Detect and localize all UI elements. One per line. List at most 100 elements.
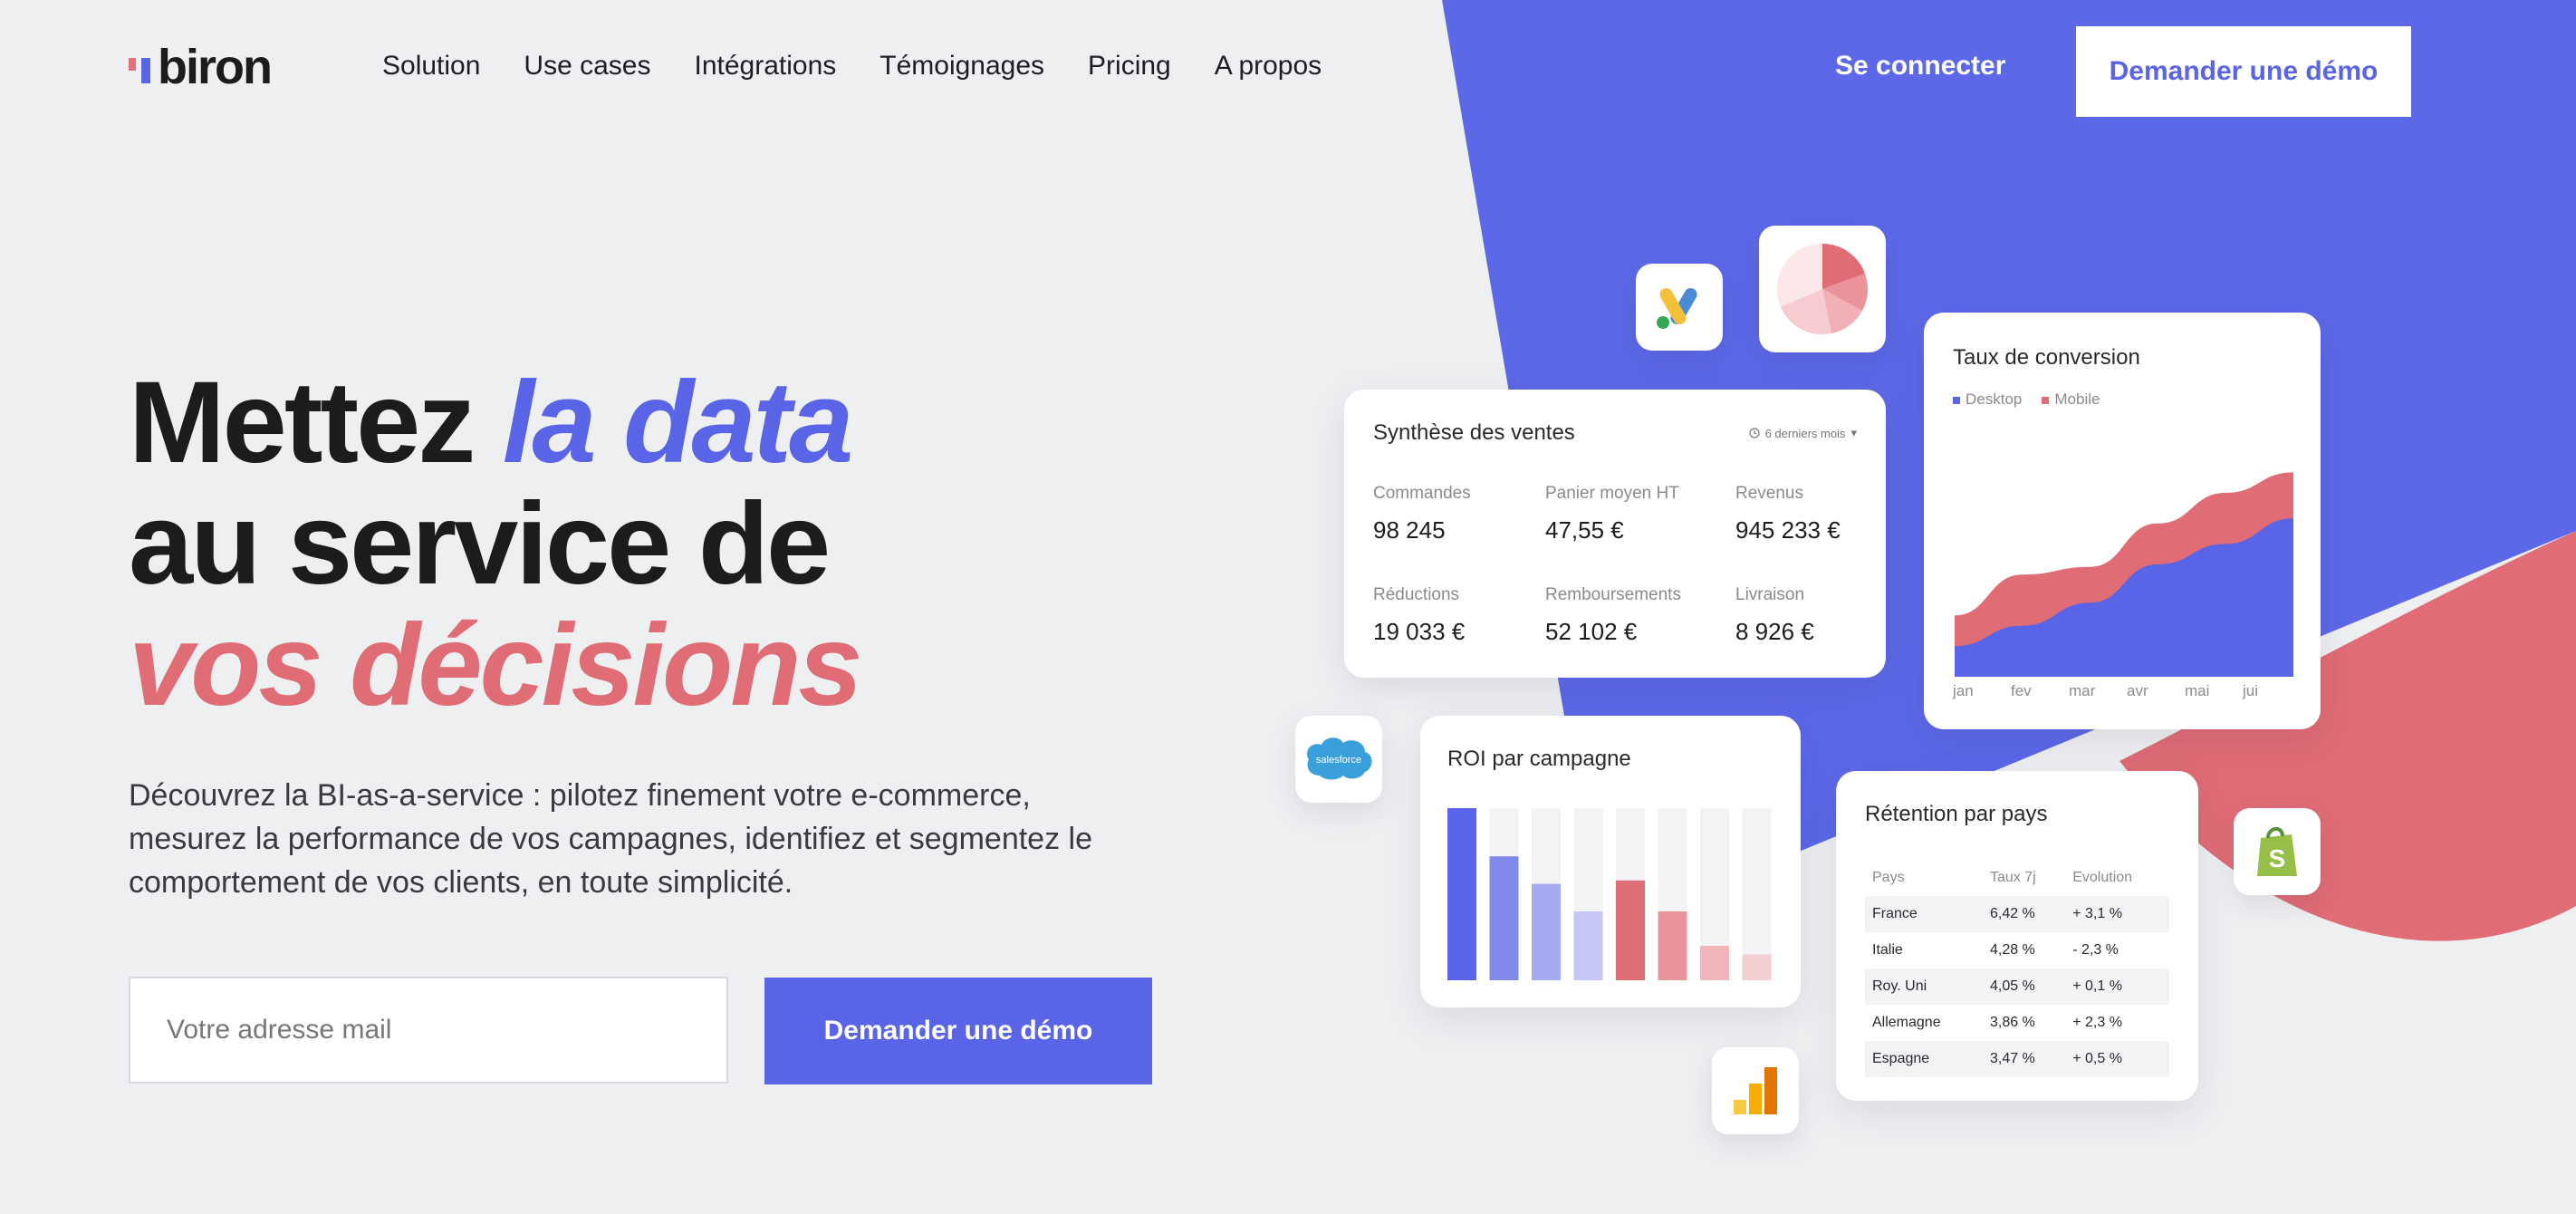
legend-desktop: Desktop	[1953, 390, 2022, 409]
roi-bar	[1658, 911, 1687, 980]
chevron-down-icon: ▾	[1850, 426, 1857, 439]
table-row: Espagne 3,47 % + 0,5 %	[1865, 1041, 2169, 1077]
retention-card-title: Rétention par pays	[1865, 802, 2048, 826]
kpi-value: 52 102 €	[1545, 618, 1638, 645]
kpi-label: Remboursements	[1545, 585, 1681, 604]
roi-bar	[1532, 883, 1561, 980]
kpi-label: Revenus	[1735, 484, 1803, 503]
period-label: 6 derniers mois	[1764, 426, 1846, 440]
retention-by-country-card: Rétention par pays Pays Taux 7j Evolutio…	[1836, 771, 2198, 1101]
nav-pricing[interactable]: Pricing	[1088, 51, 1171, 82]
table-row: Roy. Uni 4,05 % + 0,1 %	[1865, 968, 2169, 1005]
nav-solution[interactable]: Solution	[382, 51, 480, 82]
kpi-value: 945 233 €	[1735, 516, 1841, 544]
table-cell: 3,47 %	[1982, 1041, 2066, 1077]
email-input[interactable]	[129, 977, 728, 1084]
logo-mark	[129, 53, 156, 89]
kpi-label: Livraison	[1735, 585, 1805, 604]
roi-card-title: ROI par campagne	[1447, 747, 1631, 771]
header-demo-button[interactable]: Demander une démo	[2076, 26, 2411, 117]
legend-mobile-label: Mobile	[2054, 390, 2100, 408]
column-header: Taux 7j	[1989, 870, 2036, 885]
legend-mobile: Mobile	[2042, 390, 2100, 409]
main-nav: Solution Use cases Intégrations Témoigna…	[382, 51, 1322, 82]
column-header: Evolution	[2072, 870, 2133, 885]
brand-logo[interactable]: biron	[129, 40, 273, 94]
hero-subtitle: Découvrez la BI-as-a-service : pilotez f…	[129, 778, 1092, 900]
table-cell: + 0,5 %	[2065, 1041, 2169, 1077]
nav-about[interactable]: A propos	[1215, 51, 1322, 82]
table-cell: Italie	[1872, 942, 1903, 958]
kpi-refunds: Remboursements 52 102 €	[1545, 585, 1681, 646]
google-analytics-icon	[1712, 1047, 1799, 1134]
table-cell: Espagne	[1865, 1041, 1983, 1077]
roi-bar	[1700, 946, 1729, 980]
table-cell: 6,42 %	[1982, 896, 2066, 932]
column-header: Pays	[1872, 870, 1905, 885]
roi-bar	[1573, 911, 1603, 980]
period-selector[interactable]: 6 derniers mois ▾	[1748, 426, 1857, 440]
table-cell: + 0,1 %	[2065, 968, 2169, 1005]
kpi-shipping: Livraison 8 926 €	[1735, 585, 1814, 646]
nav-use-cases[interactable]: Use cases	[524, 51, 650, 82]
conversion-area-chart	[1955, 472, 2293, 677]
svg-text:S: S	[2269, 844, 2286, 872]
brand-name: biron	[158, 40, 273, 94]
hero-demo-button[interactable]: Demander une démo	[764, 978, 1152, 1084]
kpi-value: 8 926 €	[1735, 618, 1814, 645]
sales-card-title: Synthèse des ventes	[1373, 420, 1575, 445]
table-cell: 3,86 %	[1989, 1015, 2035, 1030]
table-cell: Allemagne	[1872, 1015, 1941, 1030]
kpi-label: Panier moyen HT	[1545, 484, 1679, 503]
hero-heading-part1: Mettez	[129, 358, 503, 487]
kpi-value: 19 033 €	[1373, 618, 1466, 645]
chart-legend: Desktop Mobile	[1953, 390, 2100, 409]
kpi-orders: Commandes 98 245	[1373, 484, 1471, 544]
table-cell: - 2,3 %	[2072, 942, 2119, 958]
kpi-label: Réductions	[1373, 585, 1460, 604]
salesforce-icon: salesforce	[1295, 716, 1382, 803]
x-tick-label: mar	[2069, 682, 2096, 699]
salesforce-logo-text: salesforce	[1316, 755, 1361, 766]
roi-bar	[1616, 880, 1645, 980]
clock-icon	[1748, 428, 1760, 438]
x-tick-label: fev	[2011, 682, 2032, 699]
table-cell: + 2,3 %	[2072, 1015, 2122, 1030]
x-tick-label: jui	[2243, 682, 2259, 699]
table-cell: Roy. Uni	[1865, 968, 1983, 1005]
pie-chart-icon	[1759, 226, 1886, 352]
x-tick-label: jan	[1953, 682, 1974, 699]
kpi-revenue: Revenus 945 233 €	[1735, 484, 1841, 544]
x-tick-label: avr	[2127, 682, 2148, 699]
table-header: Pays Taux 7j Evolution	[1865, 860, 2169, 896]
roi-by-campaign-card: ROI par campagne	[1420, 716, 1801, 1007]
table-cell: France	[1865, 896, 1983, 932]
roi-bar	[1447, 808, 1476, 980]
legend-desktop-label: Desktop	[1966, 390, 2023, 408]
hero-heading: Mettez la data au service de vos décisio…	[129, 362, 863, 730]
login-link[interactable]: Se connecter	[1835, 51, 2005, 82]
kpi-label: Commandes	[1373, 484, 1471, 503]
nav-integrations[interactable]: Intégrations	[694, 51, 836, 82]
hero-heading-highlight: la data	[502, 358, 853, 487]
table-row: Allemagne 3,86 % + 2,3 %	[1865, 1005, 2169, 1041]
table-cell: + 3,1 %	[2065, 896, 2169, 932]
conversion-card-title: Taux de conversion	[1953, 345, 2140, 370]
hero-heading-line3: vos décisions	[129, 601, 863, 730]
retention-table: Pays Taux 7j Evolution France 6,42 % + 3,1…	[1865, 860, 2169, 1077]
kpi-discounts: Réductions 19 033 €	[1373, 585, 1465, 646]
google-ads-icon	[1636, 264, 1723, 351]
x-tick-label: mai	[2185, 682, 2210, 699]
roi-bar	[1742, 954, 1772, 980]
kpi-value: 98 245	[1373, 516, 1446, 544]
table-row: Italie 4,28 % - 2,3 %	[1865, 932, 2169, 968]
table-cell: 4,28 %	[1989, 942, 2035, 958]
nav-testimonials[interactable]: Témoignages	[879, 51, 1044, 82]
table-row: France 6,42 % + 3,1 %	[1865, 896, 2169, 932]
hero-heading-line2: au service de	[129, 479, 831, 609]
kpi-average-cart: Panier moyen HT 47,55 €	[1545, 484, 1679, 544]
conversion-rate-card: Taux de conversion Desktop Mobile jan fev…	[1924, 313, 2321, 729]
kpi-value: 47,55 €	[1545, 516, 1624, 544]
table-cell: 4,05 %	[1982, 968, 2066, 1005]
sales-summary-card: Synthèse des ventes 6 derniers mois ▾ Co…	[1344, 390, 1886, 678]
